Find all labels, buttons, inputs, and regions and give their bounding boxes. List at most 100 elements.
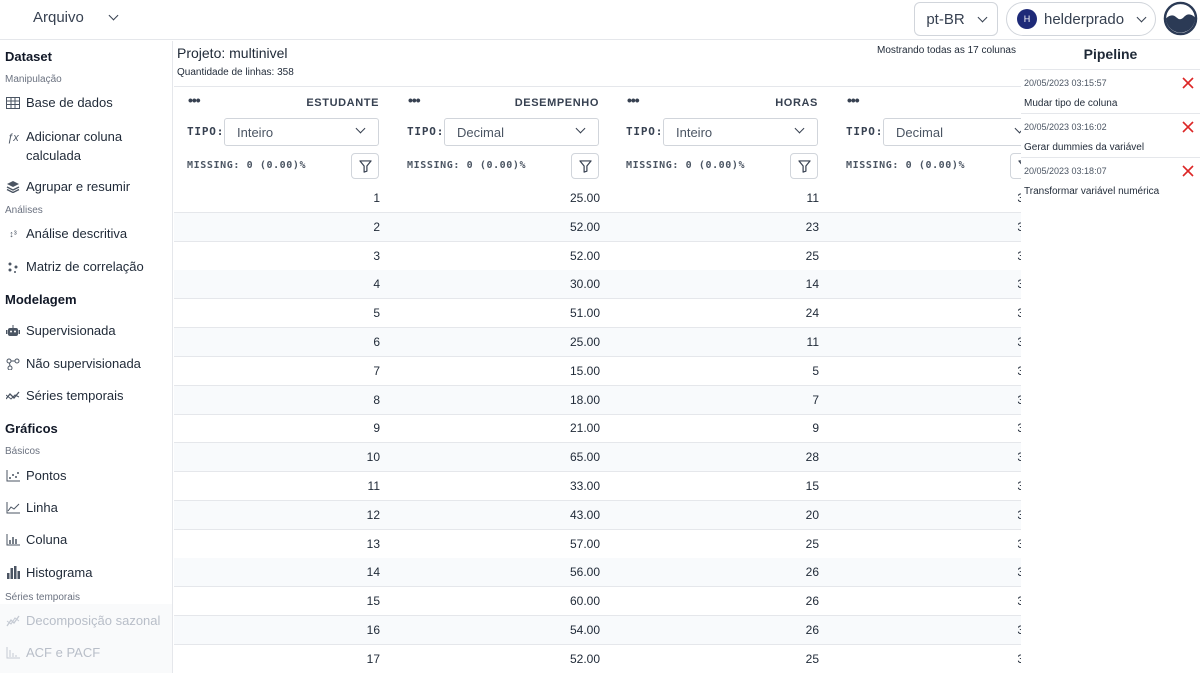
table-cell: 33.00: [569, 479, 600, 493]
column-name: HORAS: [775, 97, 818, 109]
table-row: 6 25.00 11 3: [174, 328, 1021, 357]
column-header: ••• TE TIPO: Decimal MISSING: 0 (0.00)%: [833, 86, 1021, 184]
columns-info: Mostrando todas as 17 colunas: [877, 45, 1016, 56]
sidebar-item-label: Agrupar e resumir: [26, 179, 131, 194]
table-cell: 2: [373, 219, 380, 234]
table-row: 4 30.00 14 3: [174, 270, 1021, 300]
missing-count: MISSING: 0 (0.00)%: [187, 160, 307, 171]
table-row: 17 52.00 25 3: [174, 645, 1021, 673]
table-cell: 11: [806, 335, 819, 349]
table-cell: 54.00: [569, 623, 600, 637]
table-cell: 3: [1017, 594, 1021, 609]
table-cell: 25.00: [569, 335, 600, 349]
sidebar-item-linha[interactable]: Linha: [5, 500, 58, 515]
language-selector[interactable]: pt-BR: [914, 2, 998, 36]
sidebar-item-agrupar[interactable]: Agrupar e resumir: [5, 179, 130, 194]
table-cell: 9: [812, 421, 819, 436]
chevron-down-icon: [108, 10, 119, 21]
sidebar-item-label: Base de dados: [26, 95, 113, 110]
wave-icon: [5, 614, 21, 628]
sidebar-item-base-de-dados[interactable]: Base de dados: [5, 95, 113, 110]
type-select[interactable]: Decimal: [883, 118, 1021, 146]
type-select-value: Inteiro: [676, 124, 713, 140]
filter-button[interactable]: [1010, 153, 1021, 179]
table-row: 12 43.00 20 3: [174, 500, 1021, 530]
table-cell: 13: [366, 536, 380, 551]
sidebar-item-nao-supervisionada[interactable]: Não supervisionada: [5, 356, 141, 371]
username: helderprado: [1044, 10, 1125, 28]
filter-icon: [358, 159, 372, 173]
scatter-dots-icon: [5, 260, 21, 274]
table-cell: 3: [1017, 450, 1021, 465]
sidebar-item-series-temporais[interactable]: Séries temporais: [5, 388, 124, 403]
table-cell: 17: [366, 651, 380, 666]
sidebar-item-coluna[interactable]: Coluna: [5, 532, 67, 547]
app-logo-icon[interactable]: [1163, 1, 1198, 36]
column-options-button[interactable]: •••: [847, 92, 860, 108]
chevron-down-icon: [575, 123, 586, 134]
table-cell: 7: [373, 363, 380, 378]
filter-button[interactable]: [790, 153, 818, 179]
user-menu[interactable]: H helderprado: [1006, 2, 1156, 36]
table-cell: 23: [805, 219, 819, 234]
sidebar-item-analise-descritiva[interactable]: ↕³ Análise descritiva: [5, 226, 127, 241]
missing-count: MISSING: 0 (0.00)%: [626, 160, 746, 171]
filter-button[interactable]: [351, 153, 379, 179]
table-cell: 43.00: [569, 507, 600, 522]
close-icon[interactable]: [1181, 76, 1195, 90]
table-cell: 11: [367, 479, 380, 493]
sidebar-item-adicionar-coluna[interactable]: ƒx Adicionar coluna calculada: [5, 127, 136, 165]
line-chart-icon: [5, 501, 21, 515]
sidebar-item-pontos[interactable]: Pontos: [5, 468, 66, 483]
table-cell: 3: [1017, 651, 1021, 666]
table-cell: 6: [373, 335, 380, 349]
sidebar-item-matriz-correlacao[interactable]: Matriz de correlação: [5, 259, 144, 274]
filter-button[interactable]: [571, 153, 599, 179]
table-cell: 10: [366, 450, 380, 465]
table-cell: 26: [805, 594, 819, 609]
type-select-value: Decimal: [896, 124, 943, 140]
chevron-down-icon: [977, 12, 988, 22]
table-cell: 52.00: [569, 651, 600, 666]
table-cell: 14: [805, 277, 819, 292]
close-icon[interactable]: [1181, 120, 1195, 134]
pipeline-panel: Pipeline 20/05/2023 03:15:57 Mudar tipo …: [1021, 41, 1200, 673]
table-cell: 9: [373, 421, 380, 436]
column-name: DESEMPENHO: [514, 97, 599, 109]
sidebar-item-label: Histograma: [26, 565, 93, 580]
type-select-value: Inteiro: [237, 124, 274, 140]
filter-icon: [797, 159, 811, 173]
table-cell: 3: [1017, 421, 1021, 436]
table-cell: 18.00: [569, 392, 600, 407]
pipeline-action: Transformar variável numérica: [1024, 186, 1160, 197]
sidebar-item-histograma[interactable]: Histograma: [5, 565, 92, 580]
type-select[interactable]: Inteiro: [663, 118, 818, 146]
type-select[interactable]: Inteiro: [224, 118, 379, 146]
layers-icon: [5, 180, 21, 194]
table-cell: 25: [805, 248, 819, 263]
table-row: 16 54.00 26 3: [174, 616, 1021, 645]
column-name: ESTUDANTE: [306, 97, 379, 109]
robot-icon: [5, 324, 21, 338]
histogram-icon: [5, 566, 21, 580]
column-options-button[interactable]: •••: [627, 92, 640, 108]
table-row: 2 52.00 23 3: [174, 212, 1021, 242]
table-row: 1 25.00 11 3: [174, 184, 1021, 213]
row-count: Quantidade de linhas: 358: [177, 67, 294, 78]
sidebar-item-supervisionada[interactable]: Supervisionada: [5, 323, 116, 338]
column-options-button[interactable]: •••: [188, 92, 201, 108]
sidebar-item-label: Pontos: [26, 468, 67, 483]
table-cell: 3: [1017, 335, 1021, 349]
type-select[interactable]: Decimal: [444, 118, 599, 146]
missing-count: MISSING: 0 (0.00)%: [407, 160, 527, 171]
table-cell: 15.00: [569, 363, 600, 378]
table-cell: 3: [1017, 565, 1021, 580]
close-icon[interactable]: [1181, 164, 1195, 178]
sort-numeric-icon: ↕³: [9, 228, 17, 239]
autocorrelation-icon: [5, 646, 21, 660]
table-cell: 3: [1017, 277, 1021, 292]
sidebar-item-label: Decomposição sazonal: [26, 613, 161, 628]
column-options-button[interactable]: •••: [408, 92, 421, 108]
file-menu[interactable]: Arquivo: [33, 9, 119, 26]
language-label: pt-BR: [926, 10, 965, 28]
